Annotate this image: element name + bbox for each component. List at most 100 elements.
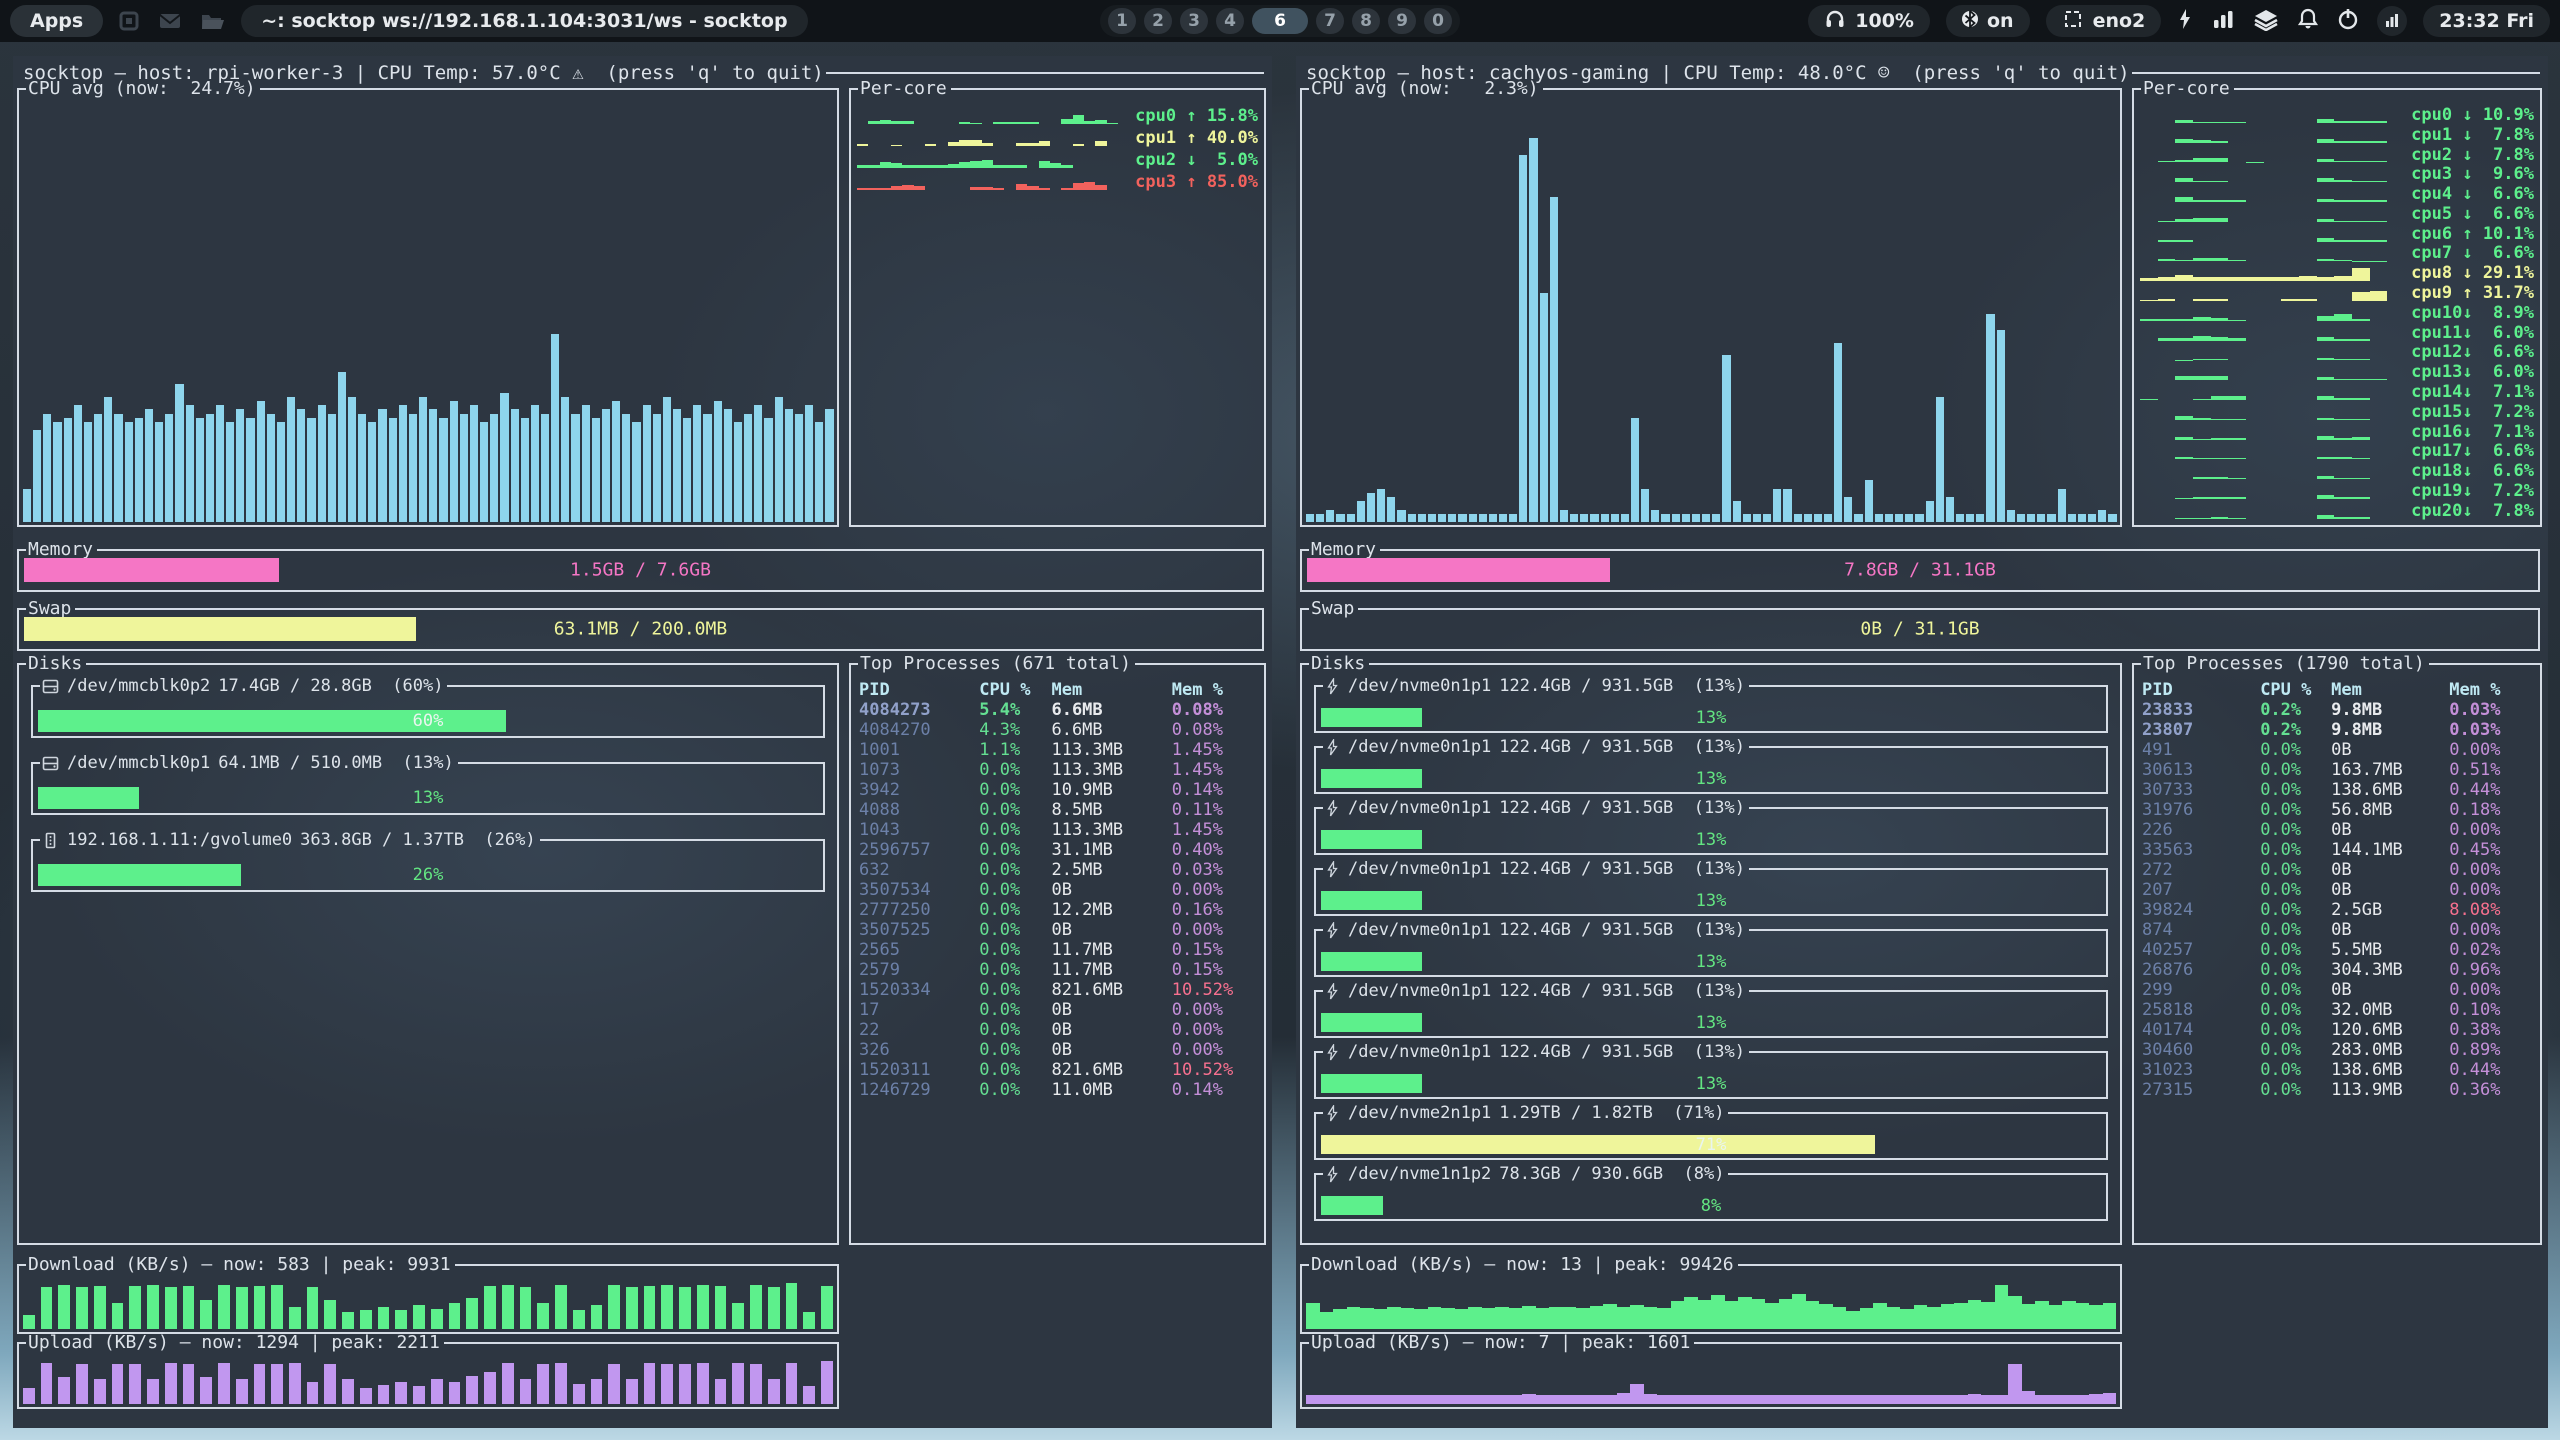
download-bar [1360, 1308, 1374, 1329]
download-bar [697, 1285, 709, 1329]
cpu-bar [1905, 514, 1913, 522]
core-label: cpu6↑10.1% [2411, 224, 2534, 244]
download-bar [1806, 1301, 1820, 1329]
clock-chart-icon[interactable] [2377, 6, 2407, 36]
cpu-bar [1672, 514, 1680, 522]
upload-bar [1819, 1395, 1833, 1404]
download-bar [803, 1312, 815, 1329]
download-bar [1711, 1295, 1725, 1329]
core-row: cpu5↓ 6.6% [2140, 204, 2534, 224]
cpu-bar [714, 401, 722, 522]
download-bar [537, 1303, 549, 1329]
cpu-avg-chart [23, 105, 833, 522]
panel-title: CPU avg (now: 24.7%) [26, 79, 260, 99]
cpu-bar [226, 422, 234, 522]
workspace-button[interactable]: 7 [1316, 8, 1344, 34]
cpu-avg-panel: CPU avg (now: 2.3%) [1300, 89, 2122, 527]
upload-bar [1671, 1395, 1685, 1404]
upload-bar [626, 1379, 638, 1404]
cpu-bar [267, 414, 275, 522]
core-row: cpu10↓ 8.9% [2140, 303, 2534, 323]
upload-bar [750, 1364, 762, 1404]
core-sparkline [2140, 503, 2405, 519]
panel-title: CPU avg (now: 2.3%) [1309, 79, 1543, 99]
process-row: 25650.0%11.7MB0.15% [859, 940, 1260, 960]
upload-bar [1927, 1395, 1941, 1404]
clock[interactable]: 23:32 Fri [2423, 5, 2550, 37]
workspace-button[interactable]: 1 [1108, 8, 1136, 34]
upload-bar [1495, 1395, 1509, 1404]
apps-button[interactable]: Apps [10, 5, 103, 37]
core-row: cpu7↓ 6.6% [2140, 244, 2534, 264]
core-label: cpu1↑40.0% [1135, 128, 1258, 148]
download-bar [1846, 1311, 1860, 1329]
core-row: cpu9↑31.7% [2140, 283, 2534, 303]
flash-disk-icon [1325, 739, 1340, 756]
workspace-button[interactable]: 4 [1216, 8, 1244, 34]
upload-bar [1482, 1395, 1496, 1404]
cpu-bar [1408, 514, 1416, 522]
upload-bar [1630, 1384, 1644, 1404]
cpu-bar [439, 418, 447, 522]
flash-icon[interactable] [2177, 7, 2193, 35]
core-label: cpu10↓ 8.9% [2411, 303, 2534, 323]
process-rows: 40842735.4%6.6MB0.08% 40842704.3%6.6MB0.… [859, 700, 1260, 1100]
core-row: cpu12↓ 6.6% [2140, 343, 2534, 363]
upload-bar [1860, 1395, 1874, 1404]
cpu-bar [206, 414, 214, 522]
bluetooth-indicator[interactable]: on [1946, 5, 2030, 37]
layers-icon[interactable] [2253, 7, 2279, 35]
disk-usage-bar: 8% [1321, 1196, 2101, 1215]
process-row: 310230.0%138.6MB0.44% [2142, 1060, 2536, 1080]
workspace-button[interactable]: 9 [1388, 8, 1416, 34]
download-bar [1833, 1307, 1847, 1329]
cpu-bar [1306, 514, 1314, 522]
download-bar [1428, 1307, 1442, 1329]
workspace-button[interactable]: 6 [1252, 8, 1308, 34]
panel-title: Upload (KB/s) — now: 1294 | peak: 2211 [26, 1333, 444, 1353]
workspace-button[interactable]: 3 [1180, 8, 1208, 34]
upload-chart [23, 1359, 833, 1404]
cpu-bar [1804, 514, 1812, 522]
workspace-button[interactable]: 0 [1424, 8, 1452, 34]
meter-bars-icon[interactable] [2211, 7, 2235, 35]
mail-icon[interactable] [157, 9, 183, 33]
download-bar [254, 1286, 266, 1329]
cpu-bar [145, 409, 153, 522]
download-bar [1981, 1302, 1995, 1329]
process-row: 402570.0%5.5MB0.02% [2142, 940, 2536, 960]
terminal-window-cachyos-gaming[interactable]: socktop — host: cachyos-gaming | CPU Tem… [1296, 56, 2548, 1428]
cpu-bar [531, 405, 539, 522]
cpu-bar [1560, 510, 1568, 523]
panel-title: Top Processes (1790 total) [2141, 654, 2429, 674]
upload-bar [1981, 1395, 1995, 1404]
upload-bar [307, 1382, 319, 1405]
upload-bar [1468, 1395, 1482, 1404]
power-icon[interactable] [2337, 7, 2359, 35]
bell-icon[interactable] [2297, 7, 2319, 35]
window-title[interactable]: ~: socktop ws://192.168.1.104:3031/ws - … [241, 5, 807, 37]
core-sparkline [2140, 166, 2405, 182]
download-bar [378, 1307, 390, 1329]
workspace-button[interactable]: 8 [1352, 8, 1380, 34]
upload-bar [1792, 1395, 1806, 1404]
cpu-bar [551, 334, 559, 522]
download-bar [1387, 1307, 1401, 1329]
network-indicator[interactable]: eno2 [2046, 5, 2162, 37]
window-icon[interactable] [117, 9, 141, 33]
volume-indicator[interactable]: 100% [1808, 5, 1930, 37]
cpu-bar [94, 414, 102, 522]
upload-bar [94, 1379, 106, 1404]
folder-icon[interactable] [199, 9, 225, 33]
panel-title: Memory [26, 540, 97, 560]
terminal-window-rpi-worker-3[interactable]: socktop — host: rpi-worker-3 | CPU Temp:… [13, 56, 1272, 1428]
download-bar [644, 1286, 656, 1329]
cpu-bar [693, 405, 701, 522]
cpu-bar [1316, 514, 1324, 522]
cpu-bar [1540, 293, 1548, 522]
download-bar [573, 1310, 585, 1329]
cpu-bar [1854, 514, 1862, 522]
workspace-button[interactable]: 2 [1144, 8, 1172, 34]
download-bar [1509, 1308, 1523, 1329]
upload-bar [395, 1382, 407, 1404]
